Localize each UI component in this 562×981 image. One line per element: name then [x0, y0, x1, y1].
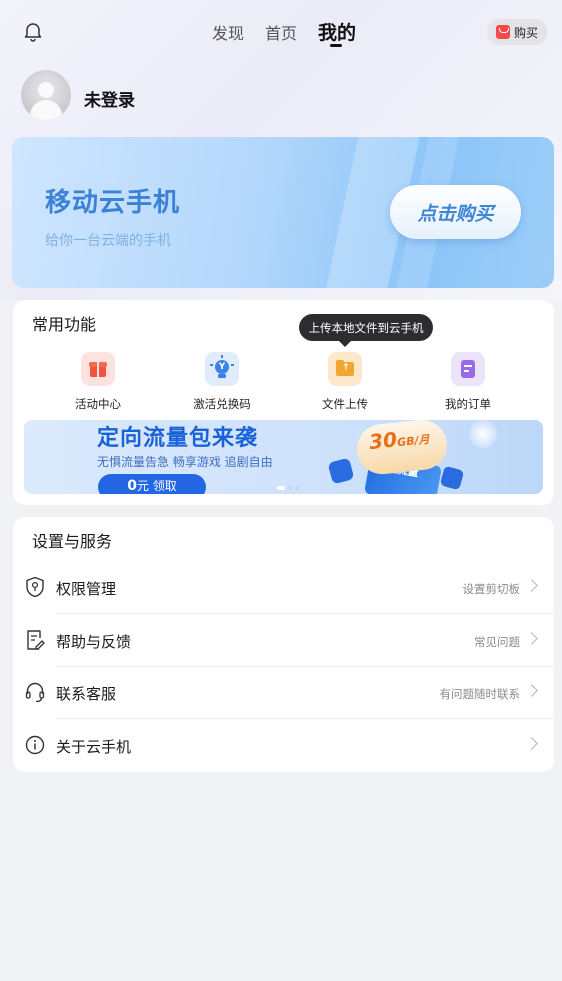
app-bubble-icon — [439, 465, 465, 491]
gift-icon — [81, 352, 115, 386]
row-hint: 有问题随时联系 — [439, 687, 521, 701]
chevron-right-icon — [525, 737, 538, 750]
shopping-bag-icon — [495, 25, 510, 39]
banner-buy-button[interactable]: 点击购买 — [390, 185, 521, 239]
banner-title: 移动云手机 — [45, 188, 181, 218]
row-label: 权限管理 — [56, 580, 117, 598]
function-my-orders[interactable]: 我的订单 — [428, 352, 508, 412]
function-redeem-code[interactable]: Y 激活兑换码 — [182, 352, 262, 412]
traffic-promo-banner[interactable]: 定向流量包来袭 无惧流量告急 畅享游戏 追剧自由 0元 领取 云机流量 30GB… — [24, 420, 543, 494]
promo-banner[interactable]: 移动云手机 给你一台云端的手机 点击购买 — [12, 137, 554, 288]
shield-icon — [26, 576, 44, 598]
chevron-right-icon — [525, 632, 538, 645]
function-activity-center[interactable]: 活动中心 — [58, 352, 138, 412]
lightbulb-icon: Y — [205, 352, 239, 386]
settings-row-about[interactable]: 关于云手机 — [13, 720, 554, 772]
settings-row-permissions[interactable]: 权限管理 设置剪切板 — [13, 562, 554, 614]
username[interactable]: 未登录 — [84, 86, 135, 111]
info-icon — [25, 735, 45, 755]
function-label: 激活兑换码 — [193, 397, 251, 411]
settings-row-help-feedback[interactable]: 帮助与反馈 常见问题 — [13, 615, 554, 667]
settings-row-customer-service[interactable]: 联系客服 有问题随时联系 — [13, 667, 554, 719]
function-label: 活动中心 — [75, 397, 121, 411]
sparkle-icon — [469, 420, 497, 448]
tab-indicator — [330, 44, 342, 47]
promo-subtitle: 无惧流量告急 畅享游戏 追剧自由 — [97, 455, 273, 469]
banner-subtitle: 给你一台云端的手机 — [45, 233, 171, 249]
function-label: 文件上传 — [322, 397, 368, 411]
promo-title: 定向流量包来袭 — [97, 426, 259, 451]
promo-claim-button[interactable]: 0元 领取 — [98, 474, 206, 494]
headset-icon — [25, 682, 45, 703]
function-label: 我的订单 — [445, 397, 491, 411]
row-label: 联系客服 — [56, 685, 117, 703]
tab-discover[interactable]: 发现 — [212, 20, 244, 44]
section-title: 设置与服务 — [32, 532, 113, 551]
upload-tooltip: 上传本地文件到云手机 — [299, 314, 433, 347]
section-title: 常用功能 — [32, 315, 97, 334]
tab-home[interactable]: 首页 — [265, 20, 297, 44]
carousel-indicator — [277, 486, 299, 490]
row-label: 关于云手机 — [56, 738, 132, 756]
chevron-right-icon — [525, 579, 538, 592]
tab-mine[interactable]: 我的 — [318, 18, 356, 45]
top-bar: 发现 首页 我的 购买 — [0, 0, 562, 60]
chevron-right-icon — [525, 684, 538, 697]
folder-upload-icon: ↑ — [328, 352, 362, 386]
avatar[interactable] — [21, 70, 71, 120]
bell-icon[interactable] — [22, 20, 44, 42]
app-bubble-icon — [327, 457, 355, 485]
feedback-icon — [27, 630, 45, 650]
row-hint: 常见问题 — [474, 635, 520, 649]
function-file-upload[interactable]: ↑ 文件上传 — [305, 352, 385, 412]
row-label: 帮助与反馈 — [56, 633, 132, 651]
row-hint: 设置剪切板 — [462, 582, 521, 596]
order-icon — [451, 352, 485, 386]
buy-button[interactable]: 购买 — [487, 19, 547, 45]
buy-button-label: 购买 — [513, 25, 538, 40]
